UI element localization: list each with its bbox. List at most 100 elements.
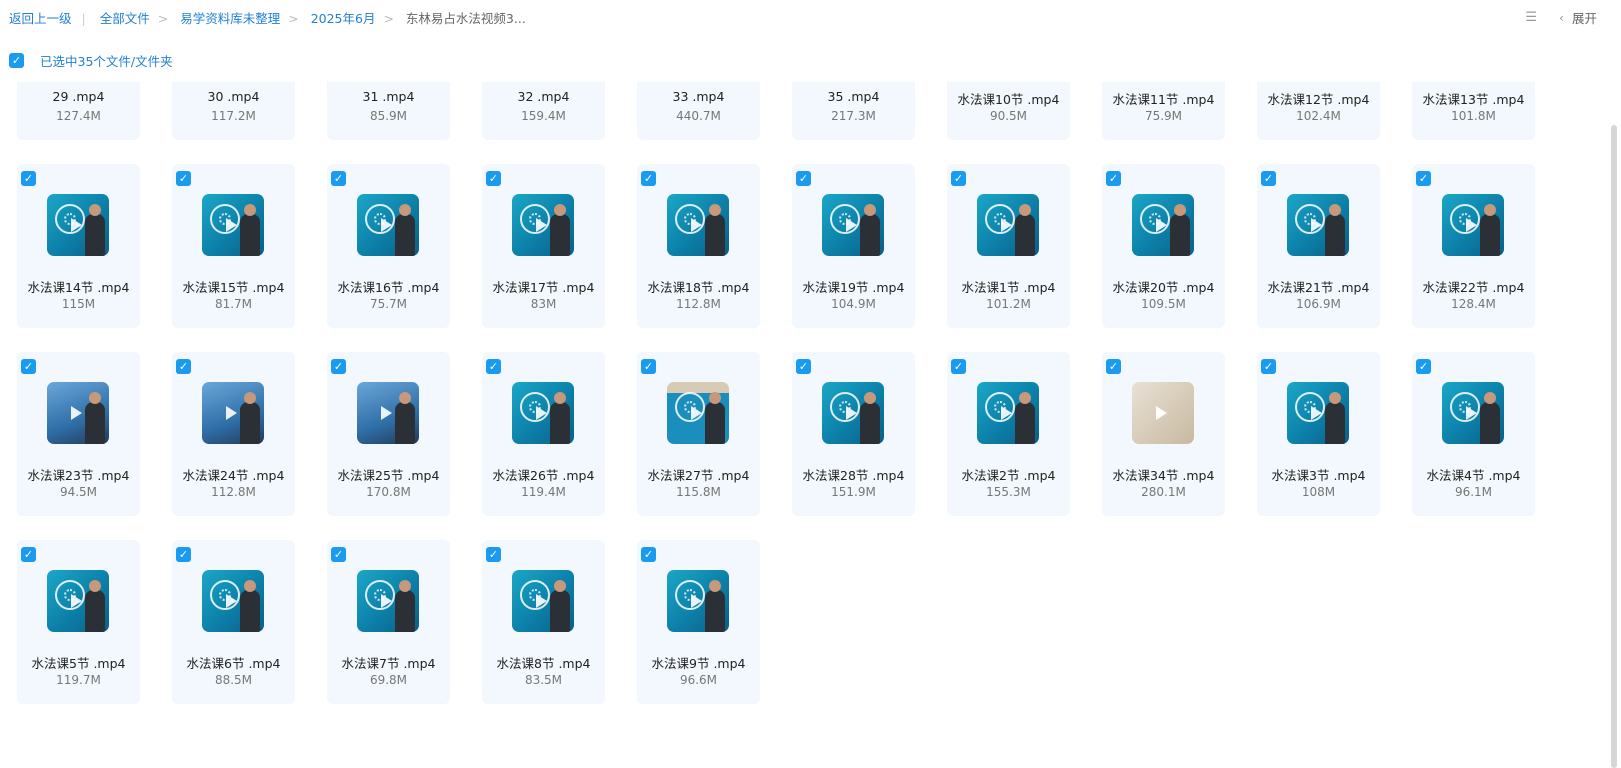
file-name[interactable]: 35 .mp4 bbox=[782, 89, 925, 104]
file-name[interactable]: 水法课13节 .mp4 bbox=[1402, 89, 1545, 108]
file-card[interactable]: ✓ 水法课26节 .mp4 119.4M bbox=[482, 352, 605, 516]
file-name[interactable]: 水法课19节 .mp4 bbox=[782, 277, 925, 296]
file-name[interactable]: 30 .mp4 bbox=[162, 89, 305, 104]
file-card[interactable]: ✓ 水法课21节 .mp4 106.9M bbox=[1257, 164, 1380, 328]
file-checkbox[interactable]: ✓ bbox=[331, 547, 346, 562]
file-checkbox[interactable]: ✓ bbox=[176, 359, 191, 374]
file-card[interactable]: ✓ 水法课9节 .mp4 96.6M bbox=[637, 540, 760, 704]
file-card[interactable]: ✓ 水法课7节 .mp4 69.8M bbox=[327, 540, 450, 704]
file-card[interactable]: ✓水法课12节 .mp4102.4M bbox=[1257, 82, 1380, 140]
file-card[interactable]: ✓ 水法课25节 .mp4 170.8M bbox=[327, 352, 450, 516]
file-checkbox[interactable]: ✓ bbox=[951, 359, 966, 374]
file-checkbox[interactable]: ✓ bbox=[486, 547, 501, 562]
file-name[interactable]: 水法课27节 .mp4 bbox=[627, 465, 770, 484]
file-checkbox[interactable]: ✓ bbox=[1261, 359, 1276, 374]
file-card[interactable]: ✓水法课10节 .mp490.5M bbox=[947, 82, 1070, 140]
file-name[interactable]: 水法课7节 .mp4 bbox=[317, 653, 460, 672]
file-checkbox[interactable]: ✓ bbox=[1106, 171, 1121, 186]
file-name[interactable]: 水法课5节 .mp4 bbox=[7, 653, 150, 672]
file-card[interactable]: ✓29 .mp4127.4M bbox=[17, 82, 140, 140]
file-name[interactable]: 水法课25节 .mp4 bbox=[317, 465, 460, 484]
file-checkbox[interactable]: ✓ bbox=[486, 171, 501, 186]
video-thumbnail[interactable] bbox=[977, 382, 1039, 444]
file-checkbox[interactable]: ✓ bbox=[176, 171, 191, 186]
file-name[interactable]: 水法课1节 .mp4 bbox=[937, 277, 1080, 296]
file-name[interactable]: 水法课20节 .mp4 bbox=[1092, 277, 1235, 296]
file-card[interactable]: ✓ 水法课28节 .mp4 151.9M bbox=[792, 352, 915, 516]
video-thumbnail[interactable] bbox=[202, 382, 264, 444]
file-checkbox[interactable]: ✓ bbox=[176, 547, 191, 562]
video-thumbnail[interactable] bbox=[512, 382, 574, 444]
file-card[interactable]: ✓ 水法课8节 .mp4 83.5M bbox=[482, 540, 605, 704]
select-all-checkbox[interactable]: ✓ bbox=[9, 53, 24, 68]
breadcrumb-item-folder[interactable]: 易学资料库未整理 bbox=[180, 11, 280, 26]
file-checkbox[interactable]: ✓ bbox=[1416, 171, 1431, 186]
file-name[interactable]: 水法课16节 .mp4 bbox=[317, 277, 460, 296]
file-card[interactable]: ✓ 水法课4节 .mp4 96.1M bbox=[1412, 352, 1535, 516]
file-checkbox[interactable]: ✓ bbox=[796, 359, 811, 374]
file-name[interactable]: 水法课28节 .mp4 bbox=[782, 465, 925, 484]
video-thumbnail[interactable] bbox=[667, 194, 729, 256]
file-checkbox[interactable]: ✓ bbox=[641, 547, 656, 562]
file-card[interactable]: ✓ 水法课18节 .mp4 112.8M bbox=[637, 164, 760, 328]
file-checkbox[interactable]: ✓ bbox=[331, 171, 346, 186]
file-name[interactable]: 水法课26节 .mp4 bbox=[472, 465, 615, 484]
video-thumbnail[interactable] bbox=[667, 382, 729, 444]
file-card[interactable]: ✓ 水法课5节 .mp4 119.7M bbox=[17, 540, 140, 704]
file-card[interactable]: ✓ 水法课1节 .mp4 101.2M bbox=[947, 164, 1070, 328]
file-checkbox[interactable]: ✓ bbox=[1416, 359, 1431, 374]
file-card[interactable]: ✓ 水法课3节 .mp4 108M bbox=[1257, 352, 1380, 516]
file-card[interactable]: ✓ 水法课34节 .mp4 280.1M bbox=[1102, 352, 1225, 516]
file-name[interactable]: 水法课6节 .mp4 bbox=[162, 653, 305, 672]
video-thumbnail[interactable] bbox=[357, 382, 419, 444]
file-name[interactable]: 29 .mp4 bbox=[7, 89, 150, 104]
file-name[interactable]: 水法课4节 .mp4 bbox=[1402, 465, 1545, 484]
video-thumbnail[interactable] bbox=[1442, 382, 1504, 444]
file-name[interactable]: 水法课9节 .mp4 bbox=[627, 653, 770, 672]
file-name[interactable]: 水法课23节 .mp4 bbox=[7, 465, 150, 484]
video-thumbnail[interactable] bbox=[977, 194, 1039, 256]
video-thumbnail[interactable] bbox=[1132, 382, 1194, 444]
file-card[interactable]: ✓ 水法课16节 .mp4 75.7M bbox=[327, 164, 450, 328]
file-checkbox[interactable]: ✓ bbox=[1106, 359, 1121, 374]
file-name[interactable]: 水法课24节 .mp4 bbox=[162, 465, 305, 484]
file-card[interactable]: ✓ 水法课22节 .mp4 128.4M bbox=[1412, 164, 1535, 328]
video-thumbnail[interactable] bbox=[202, 570, 264, 632]
file-card[interactable]: ✓ 水法课15节 .mp4 81.7M bbox=[172, 164, 295, 328]
file-card[interactable]: ✓30 .mp4117.2M bbox=[172, 82, 295, 140]
file-card[interactable]: ✓水法课13节 .mp4101.8M bbox=[1412, 82, 1535, 140]
video-thumbnail[interactable] bbox=[357, 570, 419, 632]
file-card[interactable]: ✓31 .mp485.9M bbox=[327, 82, 450, 140]
file-grid-viewport[interactable]: ✓29 .mp4127.4M ✓30 .mp4117.2M ✓31 .mp485.9… bbox=[0, 82, 1600, 768]
file-name[interactable]: 33 .mp4 bbox=[627, 89, 770, 104]
video-thumbnail[interactable] bbox=[47, 194, 109, 256]
file-name[interactable]: 水法课14节 .mp4 bbox=[7, 277, 150, 296]
file-name[interactable]: 水法课2节 .mp4 bbox=[937, 465, 1080, 484]
file-card[interactable]: ✓ 水法课19节 .mp4 104.9M bbox=[792, 164, 915, 328]
file-checkbox[interactable]: ✓ bbox=[21, 171, 36, 186]
file-checkbox[interactable]: ✓ bbox=[486, 359, 501, 374]
file-name[interactable]: 水法课11节 .mp4 bbox=[1092, 89, 1235, 108]
file-card[interactable]: ✓ 水法课23节 .mp4 94.5M bbox=[17, 352, 140, 516]
file-name[interactable]: 水法课18节 .mp4 bbox=[627, 277, 770, 296]
expand-button[interactable]: ‹ 展开 bbox=[1559, 8, 1597, 27]
file-checkbox[interactable]: ✓ bbox=[331, 359, 346, 374]
file-checkbox[interactable]: ✓ bbox=[21, 359, 36, 374]
video-thumbnail[interactable] bbox=[1287, 382, 1349, 444]
file-card[interactable]: ✓ 水法课20节 .mp4 109.5M bbox=[1102, 164, 1225, 328]
file-card[interactable]: ✓ 水法课24节 .mp4 112.8M bbox=[172, 352, 295, 516]
video-thumbnail[interactable] bbox=[667, 570, 729, 632]
file-name[interactable]: 水法课34节 .mp4 bbox=[1092, 465, 1235, 484]
video-thumbnail[interactable] bbox=[512, 570, 574, 632]
file-card[interactable]: ✓ 水法课6节 .mp4 88.5M bbox=[172, 540, 295, 704]
file-checkbox[interactable]: ✓ bbox=[796, 171, 811, 186]
back-link[interactable]: 返回上一级 bbox=[9, 11, 72, 26]
file-card[interactable]: ✓ 水法课14节 .mp4 115M bbox=[17, 164, 140, 328]
file-checkbox[interactable]: ✓ bbox=[21, 547, 36, 562]
file-checkbox[interactable]: ✓ bbox=[951, 171, 966, 186]
video-thumbnail[interactable] bbox=[1287, 194, 1349, 256]
file-name[interactable]: 水法课8节 .mp4 bbox=[472, 653, 615, 672]
file-name[interactable]: 水法课12节 .mp4 bbox=[1247, 89, 1390, 108]
file-card[interactable]: ✓32 .mp4159.4M bbox=[482, 82, 605, 140]
file-name[interactable]: 水法课3节 .mp4 bbox=[1247, 465, 1390, 484]
